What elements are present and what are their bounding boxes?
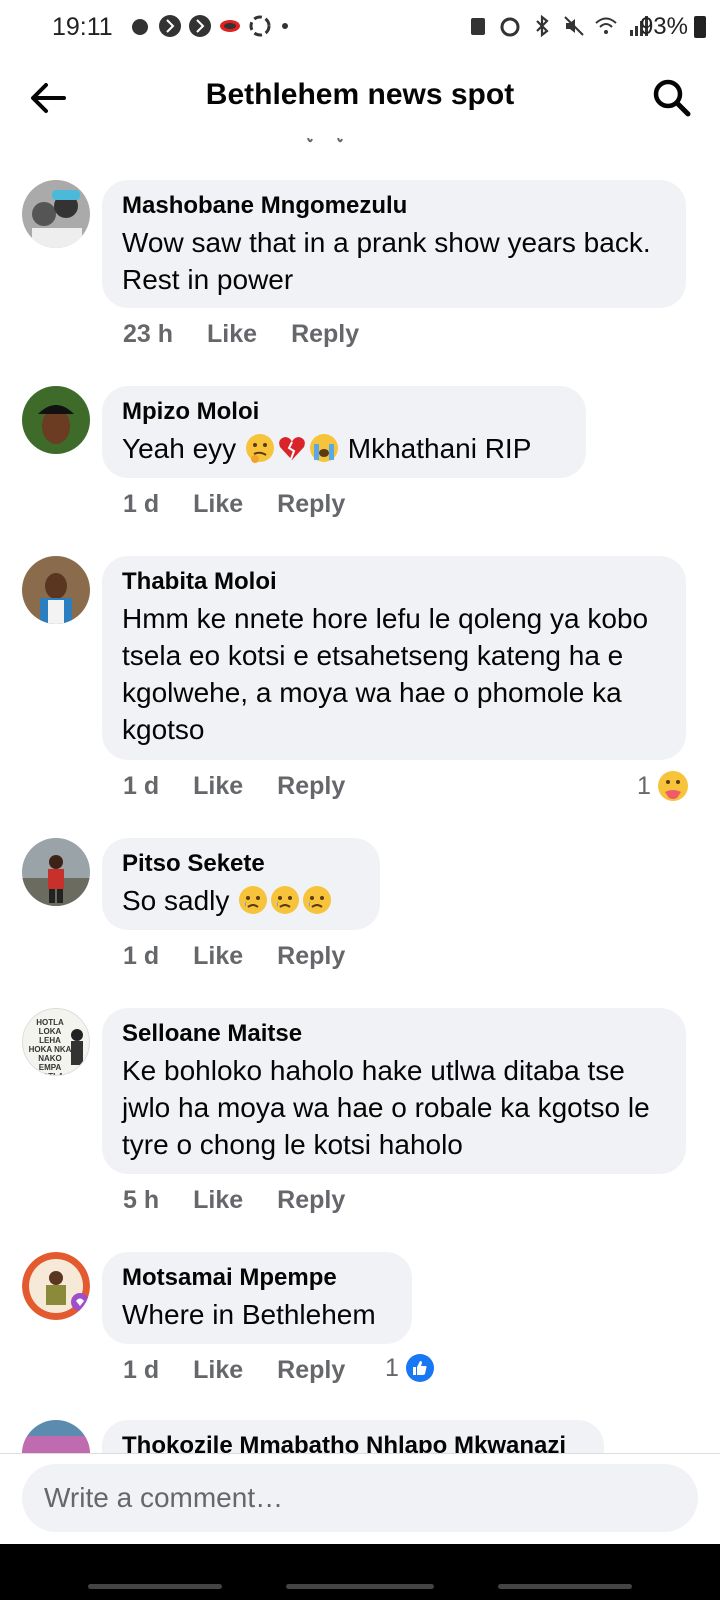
nav-home[interactable] <box>286 1584 434 1589</box>
alarm-icon <box>500 17 520 37</box>
comment-bubble: Mashobane Mngomezulu Wow saw that in a p… <box>102 180 686 308</box>
reaction-count: 1 <box>637 771 651 800</box>
comment-time[interactable]: 1 d <box>123 490 159 519</box>
clipped-content <box>307 138 343 143</box>
reply-button[interactable]: Reply <box>277 1186 345 1215</box>
comment-actions: 23 h Like Reply <box>123 320 359 349</box>
comment-author[interactable]: Selloane Maitse <box>122 1020 666 1048</box>
avatar[interactable]: HOTLA LOKA LEHA HOKA NKA NAKO EMPA HOTLA… <box>22 1008 90 1076</box>
comment-author[interactable]: Thabita Moloi <box>122 568 666 596</box>
reaction-summary[interactable]: 1 <box>637 770 689 802</box>
comment-bubble: Motsamai Mpempe Where in Bethlehem <box>102 1252 412 1344</box>
like-button[interactable]: Like <box>193 942 243 971</box>
comment-actions: 1 d Like Reply <box>123 942 345 971</box>
comment-bubble: Thabita Moloi Hmm ke nnete hore lefu le … <box>102 556 686 760</box>
nav-back[interactable] <box>498 1584 632 1589</box>
notification-app-icon <box>189 15 211 37</box>
like-button[interactable]: Like <box>193 772 243 801</box>
notification-app-icon <box>249 15 271 37</box>
avatar-text: HOTLA LOKA LEHA HOKA NKA NAKO EMPA HOTLA… <box>28 1018 72 1075</box>
avatar[interactable] <box>22 386 90 454</box>
comment-text: Where in Bethlehem <box>122 1299 376 1330</box>
comment-bubble: Mpizo Moloi Yeah eyy Mkhathani RIP <box>102 386 586 478</box>
system-icons <box>466 14 650 38</box>
status-bar: 19:11 93% <box>0 0 720 56</box>
avatar[interactable] <box>22 556 90 624</box>
notification-icons <box>128 14 288 38</box>
like-button[interactable]: Like <box>193 1356 243 1385</box>
like-button[interactable]: Like <box>193 490 243 519</box>
sad-face-icon <box>271 886 300 914</box>
lock-icon <box>471 18 485 35</box>
reply-button[interactable]: Reply <box>277 1356 345 1385</box>
more-notifications-icon <box>282 23 288 29</box>
comment-bubble: Selloane Maitse Ke bohloko haholo hake u… <box>102 1008 686 1174</box>
bluetooth-icon <box>536 14 549 38</box>
crying-face-icon <box>309 434 338 462</box>
wifi-icon <box>595 17 617 34</box>
search-icon[interactable] <box>650 76 694 120</box>
notification-app-icon <box>159 15 181 37</box>
battery-icon <box>694 16 706 38</box>
reply-button[interactable]: Reply <box>277 772 345 801</box>
system-nav-bar <box>0 1544 720 1600</box>
comment-actions: 1 d Like Reply <box>123 772 345 801</box>
comment-time[interactable]: 5 h <box>123 1186 159 1215</box>
comment-time[interactable]: 23 h <box>123 320 173 349</box>
comment-author[interactable]: Motsamai Mpempe <box>122 1264 392 1292</box>
comment-item: Thokozile Mmabatho Nhlapo Mkwanazi <box>0 1420 720 1453</box>
comment-author[interactable]: Pitso Sekete <box>122 850 360 878</box>
comment-time[interactable]: 1 d <box>123 942 159 971</box>
comment-author[interactable]: Mashobane Mngomezulu <box>122 192 666 220</box>
comment-actions: 1 d Like Reply <box>123 490 345 519</box>
comment-actions: 5 h Like Reply <box>123 1186 345 1215</box>
sad-face-icon <box>239 886 268 914</box>
comment-text: Yeah eyy Mkhathani RIP <box>122 433 532 464</box>
header: Bethlehem news spot <box>0 56 720 140</box>
nav-recent-apps[interactable] <box>88 1584 222 1589</box>
comment-time[interactable]: 1 d <box>123 772 159 801</box>
thinking-face-icon <box>245 434 274 463</box>
avatar[interactable] <box>22 838 90 906</box>
comment-text: Wow saw that in a prank show years back.… <box>122 227 651 295</box>
comment-composer: Write a comment… <box>0 1454 720 1544</box>
sad-face-icon <box>303 886 332 914</box>
notification-app-icon <box>220 20 240 32</box>
comment-author[interactable]: Thokozile Mmabatho Nhlapo Mkwanazi <box>122 1432 584 1453</box>
comment-input[interactable]: Write a comment… <box>22 1464 698 1532</box>
reply-button[interactable]: Reply <box>291 320 359 349</box>
notification-app-icon <box>132 19 148 35</box>
reply-button[interactable]: Reply <box>277 942 345 971</box>
reaction-count: 1 <box>385 1353 399 1382</box>
comment-bubble: Pitso Sekete So sadly <box>102 838 380 930</box>
like-button[interactable]: Like <box>193 1186 243 1215</box>
status-time: 19:11 <box>52 13 113 41</box>
avatar[interactable] <box>22 1420 90 1453</box>
like-reaction-icon <box>405 1354 434 1382</box>
comment-author[interactable]: Mpizo Moloi <box>122 398 566 426</box>
avatar[interactable] <box>22 1252 90 1320</box>
like-button[interactable]: Like <box>207 320 257 349</box>
mute-icon <box>564 16 584 36</box>
comment-text: Ke bohloko haholo hake utlwa ditaba tse … <box>122 1055 650 1160</box>
page-title: Bethlehem news spot <box>205 78 515 111</box>
care-reaction-icon <box>657 771 688 801</box>
comment-time[interactable]: 1 d <box>123 1356 159 1385</box>
comment-actions: 1 d Like Reply <box>123 1356 345 1385</box>
reaction-summary[interactable]: 1 <box>385 1353 435 1383</box>
broken-heart-icon <box>279 437 305 460</box>
comment-bubble: Thokozile Mmabatho Nhlapo Mkwanazi <box>102 1420 604 1453</box>
battery-percentage: 93% <box>639 13 688 40</box>
comment-text: So sadly <box>122 882 360 919</box>
reply-button[interactable]: Reply <box>277 490 345 519</box>
comment-text: Hmm ke nnete hore lefu le qoleng ya kobo… <box>122 603 649 745</box>
avatar[interactable] <box>22 180 90 248</box>
